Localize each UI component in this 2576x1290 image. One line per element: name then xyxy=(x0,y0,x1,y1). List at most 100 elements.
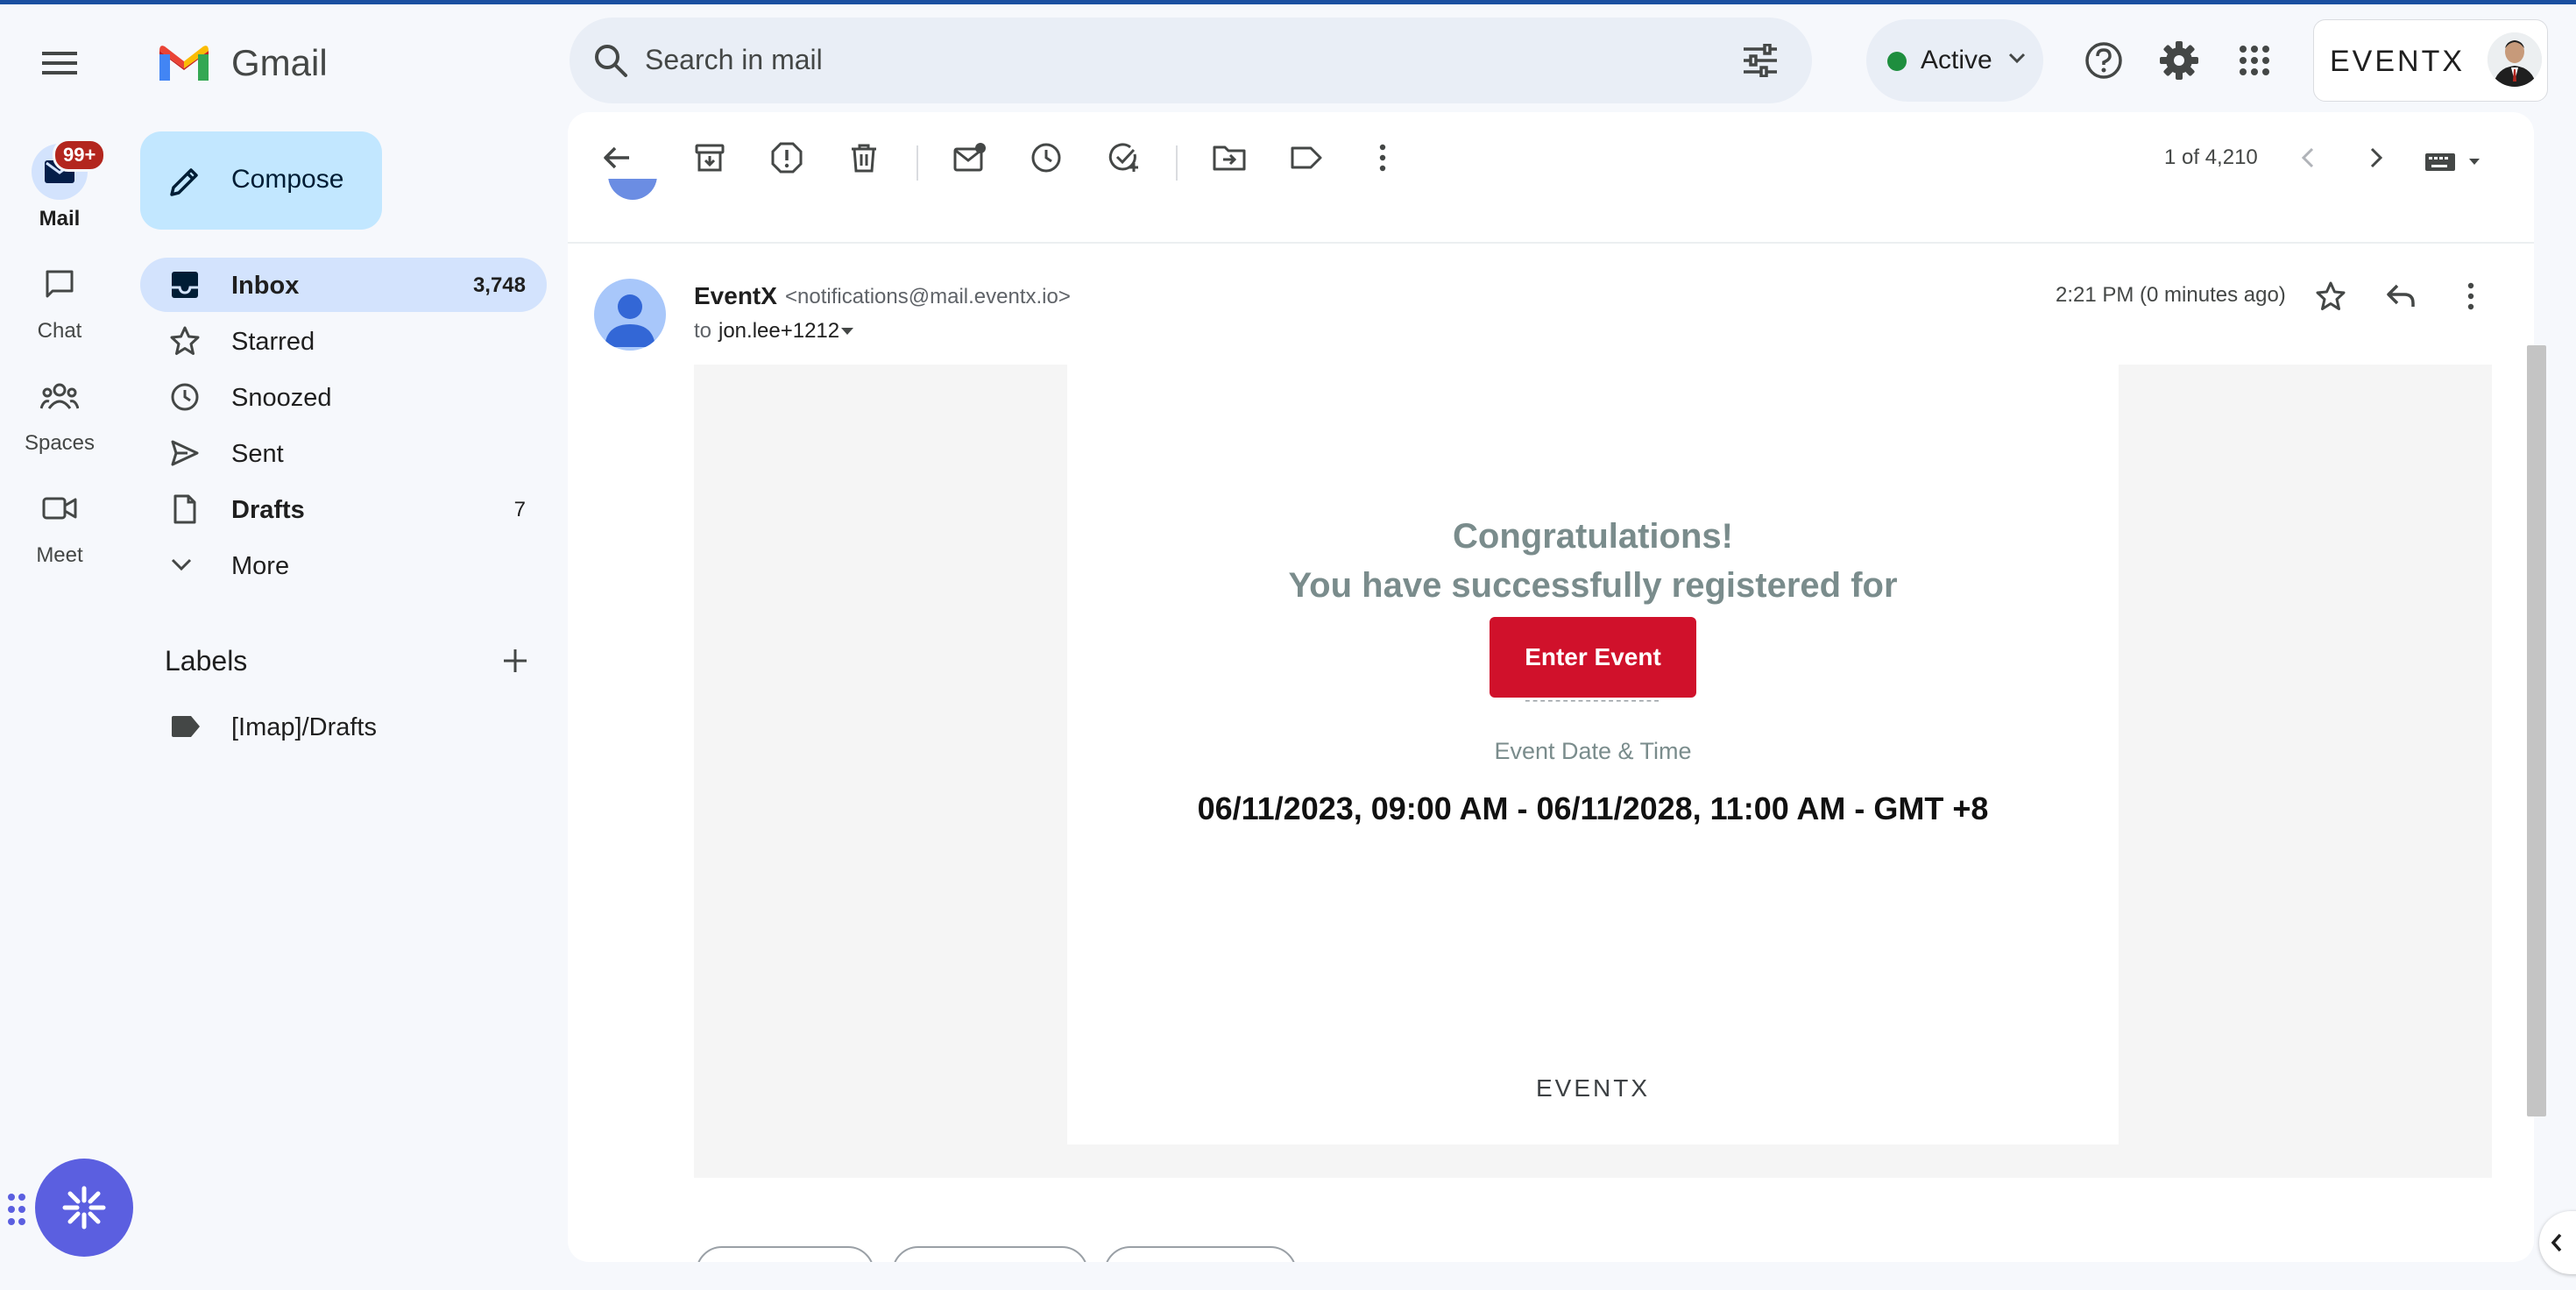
label-icon[interactable] xyxy=(1290,142,1323,174)
nav-item-more[interactable]: More xyxy=(140,538,547,592)
reply-chip[interactable] xyxy=(892,1246,1088,1262)
sender-name[interactable]: EventX xyxy=(694,282,777,310)
pagination-text: 1 of 4,210 xyxy=(2164,145,2258,169)
main-menu-button[interactable] xyxy=(32,35,88,91)
add-task-icon[interactable] xyxy=(1108,142,1141,174)
create-label-button[interactable] xyxy=(494,640,536,682)
event-date-value: 06/11/2023, 09:00 AM - 06/11/2028, 11:00… xyxy=(1197,790,1989,826)
apps-grid-icon xyxy=(2240,46,2269,75)
video-camera-icon xyxy=(42,497,77,520)
person-icon xyxy=(605,294,655,347)
spaces-icon xyxy=(40,383,79,409)
nav-label-sent: Sent xyxy=(231,440,284,468)
scrollbar-thumb[interactable] xyxy=(2527,345,2546,1116)
toolbar-divider xyxy=(916,145,918,181)
chevron-right-icon[interactable] xyxy=(2364,142,2388,174)
toolbar-divider xyxy=(1176,145,1178,181)
chat-icon xyxy=(46,270,74,298)
rail-label-chat: Chat xyxy=(37,319,82,343)
search-input[interactable]: Search in mail xyxy=(645,44,823,76)
assistant-launcher-button[interactable] xyxy=(35,1159,133,1257)
search-options-icon[interactable] xyxy=(1742,44,1779,77)
sender-avatar[interactable] xyxy=(594,279,666,351)
rail-item-chat[interactable]: Chat xyxy=(0,256,119,344)
sparkle-icon xyxy=(62,1186,106,1230)
rail-item-mail[interactable]: Mail 99+ xyxy=(0,138,119,231)
move-to-folder-icon[interactable] xyxy=(1213,142,1246,174)
nav-label-inbox: Inbox xyxy=(231,272,300,300)
congrats-heading: Congratulations! xyxy=(1453,517,1733,556)
nav-item-snoozed[interactable]: Snoozed xyxy=(140,370,547,424)
nav-count-drafts: 7 xyxy=(513,498,526,521)
nav-label-imap-drafts: [Imap]/Drafts xyxy=(231,713,377,741)
reply-chip[interactable] xyxy=(1104,1246,1297,1262)
rail-label-mail: Mail xyxy=(39,207,81,230)
enter-event-label: Enter Event xyxy=(1525,643,1661,670)
reply-chip[interactable] xyxy=(696,1246,874,1262)
chevron-left-icon[interactable] xyxy=(2296,142,2320,174)
event-date-label: Event Date & Time xyxy=(1494,738,1692,764)
gmail-logo[interactable]: Gmail xyxy=(156,40,384,84)
rail-item-spaces[interactable]: Spaces xyxy=(0,368,119,456)
app-name: Gmail xyxy=(231,42,328,83)
star-icon[interactable] xyxy=(2315,280,2346,312)
gmail-m-icon xyxy=(159,46,209,81)
snooze-clock-icon[interactable] xyxy=(1030,142,1062,174)
label-item-imap-drafts[interactable]: [Imap]/Drafts xyxy=(140,699,547,754)
meet-pill xyxy=(32,480,88,536)
rail-label-meet: Meet xyxy=(36,543,83,567)
pencil-icon xyxy=(170,168,198,196)
sender-email: <notifications@mail.eventx.io> xyxy=(785,285,1071,308)
window-top-border xyxy=(0,0,2576,4)
report-spam-icon[interactable] xyxy=(771,142,803,174)
drag-handle[interactable] xyxy=(7,1192,28,1227)
enter-event-button[interactable]: Enter Event xyxy=(1490,617,1696,698)
mark-unread-icon[interactable] xyxy=(953,142,987,174)
search-bar[interactable]: Search in mail xyxy=(570,18,1812,103)
help-button[interactable] xyxy=(2078,35,2129,86)
status-selector[interactable]: Active xyxy=(1866,19,2043,102)
apps-button[interactable] xyxy=(2229,35,2280,86)
drag-dots-icon xyxy=(8,1194,25,1225)
nav-item-drafts[interactable]: Drafts 7 xyxy=(140,482,547,536)
details-dropdown-icon[interactable] xyxy=(839,326,855,337)
rail-item-meet[interactable]: Meet xyxy=(0,480,119,568)
nav-label-drafts: Drafts xyxy=(231,496,305,524)
archive-icon[interactable] xyxy=(694,142,725,174)
send-icon xyxy=(171,440,199,466)
nav-label-starred: Starred xyxy=(231,328,315,356)
more-options-icon[interactable] xyxy=(1367,142,1398,174)
account-switcher[interactable]: EVENTX xyxy=(2313,19,2548,102)
nav-item-sent[interactable]: Sent xyxy=(140,426,547,480)
nav-item-inbox[interactable]: Inbox 3,748 xyxy=(140,258,547,312)
message-more-icon[interactable] xyxy=(2455,280,2487,312)
nav-label-snoozed: Snoozed xyxy=(231,384,332,412)
chevron-down-icon xyxy=(2008,53,2026,64)
show-side-panel-button[interactable] xyxy=(2539,1211,2576,1274)
star-icon xyxy=(170,326,200,355)
avatar[interactable] xyxy=(2488,32,2542,87)
status-label: Active xyxy=(1921,46,1992,74)
input-tools-button[interactable] xyxy=(2424,151,2485,174)
compose-button[interactable]: Compose xyxy=(140,131,382,230)
recipient-prefix: to xyxy=(694,319,712,343)
footer-brand-logo: EVENTX xyxy=(1535,1074,1651,1102)
email-card: Congratulations! You have successfully r… xyxy=(1067,365,2119,1145)
delete-trash-icon[interactable] xyxy=(848,142,880,174)
nav-item-starred[interactable]: Starred xyxy=(140,314,547,368)
message-separator xyxy=(568,242,2534,244)
help-icon xyxy=(2085,42,2122,79)
spaces-pill xyxy=(32,368,88,424)
back-arrow-icon[interactable] xyxy=(601,142,633,174)
inbox-icon xyxy=(172,272,198,298)
settings-button[interactable] xyxy=(2154,35,2204,86)
profile-photo-icon xyxy=(2488,32,2542,87)
message-view: 1 of 4,210 EventX <notifications@mail.ev… xyxy=(568,112,2534,1262)
labels-heading: Labels xyxy=(165,645,248,677)
clock-icon xyxy=(171,383,199,411)
nav-label-more: More xyxy=(231,552,290,580)
registered-heading: You have successfully registered for xyxy=(1288,566,1898,605)
nav-count-inbox: 3,748 xyxy=(472,273,526,297)
chat-pill xyxy=(32,256,88,312)
reply-icon[interactable] xyxy=(2385,280,2417,312)
